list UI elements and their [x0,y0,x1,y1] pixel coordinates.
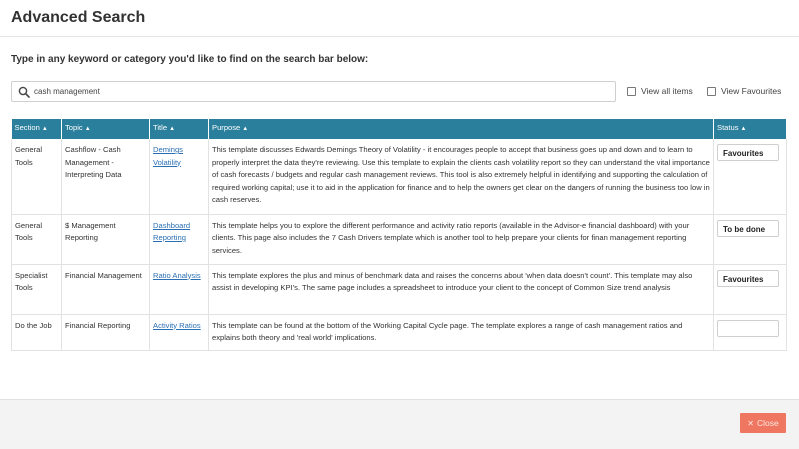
cell-status: To be done [713,214,787,265]
table-header-row: Section ▲ Topic ▲ Title ▲ Purpose ▲ Status ▲ [11,119,787,139]
cell-status: Favourites [713,139,787,215]
close-button-label: Close [756,418,779,428]
table-row: Specialist Tools Financial Management Ra… [11,264,787,315]
results-table: Section ▲ Topic ▲ Title ▲ Purpose ▲ Status ▲ … [11,119,787,351]
sort-up-icon: ▲ [242,126,249,133]
search-input[interactable] [34,84,604,99]
cell-section: Specialist Tools [11,264,62,315]
table-row: General Tools Cashflow - Cash Management… [11,139,787,215]
cell-purpose: This template helps you to explore the d… [208,214,714,265]
column-header-title[interactable]: Title ▲ [149,119,209,139]
cell-topic: Cashflow - Cash Management - Interpretin… [61,139,150,215]
cell-purpose: This template discusses Edwards Demings … [208,139,714,215]
status-field[interactable] [717,319,779,337]
sort-up-icon: ▲ [169,126,176,133]
status-field[interactable]: Favourites [717,269,779,287]
cell-topic: Financial Management [61,264,150,315]
title-link[interactable]: Ratio Analysis [153,271,201,280]
close-icon: ✕ [747,418,754,428]
close-button[interactable]: ✕ Close [740,413,786,433]
table-row: Do the Job Financial Reporting Activity … [11,314,787,351]
cell-purpose: This template can be found at the bottom… [208,314,714,351]
column-header-purpose[interactable]: Purpose ▲ [208,119,714,139]
search-icon [18,86,30,98]
view-all-items-checkbox[interactable] [627,86,636,96]
status-field[interactable]: To be done [717,219,779,237]
cell-topic: Financial Reporting [61,314,150,351]
title-link[interactable]: Dashboard Reporting [153,221,190,243]
table-row: General Tools $ Management Reporting Das… [11,214,787,265]
view-favourites-checkbox[interactable] [707,86,716,96]
cell-purpose: This template explores the plus and minu… [208,264,714,315]
cell-section: General Tools [11,139,62,215]
column-header-section[interactable]: Section ▲ [11,119,62,139]
status-field[interactable]: Favourites [717,144,779,161]
title-link[interactable]: Activity Ratios [153,321,201,330]
view-all-items-toggle[interactable]: View all items [627,86,693,96]
search-bar[interactable] [11,81,616,102]
title-link[interactable]: Demings Volatility [153,145,183,167]
search-instructions: Type in any keyword or category you'd li… [11,54,369,65]
view-favourites-toggle[interactable]: View Favourites [707,86,781,96]
cell-title: Activity Ratios [149,314,209,351]
cell-status: Favourites [713,264,787,315]
dialog-header: Advanced Search [0,0,799,37]
column-header-status[interactable]: Status ▲ [713,119,787,139]
view-favourites-label: View Favourites [721,86,782,96]
dialog-footer [0,399,799,449]
cell-title: Ratio Analysis [149,264,209,315]
sort-up-icon: ▲ [84,126,91,133]
view-all-items-label: View all items [641,86,693,96]
cell-section: General Tools [11,214,62,265]
cell-topic: $ Management Reporting [61,214,150,265]
sort-up-icon: ▲ [41,126,48,133]
cell-title: Dashboard Reporting [149,214,209,265]
cell-section: Do the Job [11,314,62,351]
column-header-topic[interactable]: Topic ▲ [61,119,150,139]
dialog-title: Advanced Search [11,9,146,26]
sort-up-icon: ▲ [740,126,747,133]
cell-title: Demings Volatility [149,139,209,215]
cell-status [713,314,787,351]
